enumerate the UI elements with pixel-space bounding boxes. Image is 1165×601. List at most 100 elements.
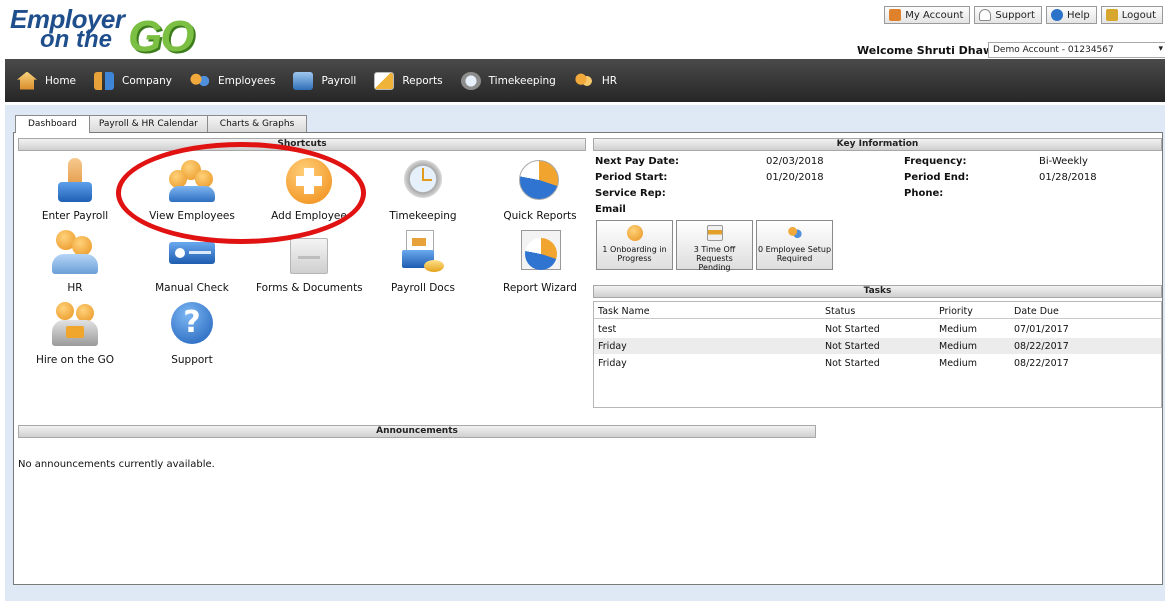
tab-charts-graphs[interactable]: Charts & Graphs <box>206 115 308 133</box>
hr-icon <box>50 230 100 276</box>
top-links: My Account Support Help Logout <box>884 6 1163 24</box>
logout-label: Logout <box>1121 9 1156 21</box>
calendar-icon <box>706 225 723 241</box>
table-row[interactable]: test Not Started Medium 07/01/2017 <box>594 321 1161 337</box>
employee-setup-line2: Required <box>776 254 813 263</box>
onboarding-status-button[interactable]: 1 Onboarding in Progress <box>596 220 673 270</box>
shortcut-label: Forms & Documents <box>256 282 363 294</box>
task-priority-cell: Medium <box>939 358 977 369</box>
shortcut-support[interactable]: ? Support <box>139 302 245 366</box>
shortcut-label: Payroll Docs <box>391 282 455 294</box>
shortcut-label: Timekeeping <box>389 210 457 222</box>
shortcut-label: HR <box>67 282 83 294</box>
task-status-cell: Not Started <box>825 324 880 335</box>
enter-payroll-icon <box>50 158 100 204</box>
task-status-cell: Not Started <box>825 358 880 369</box>
logo-text-on-the: on the <box>40 26 112 53</box>
nav-timekeeping[interactable]: Timekeeping <box>460 59 556 102</box>
nav-hr-label: HR <box>601 74 618 87</box>
time-off-line2: Pending <box>698 263 731 272</box>
phone-label: Phone: <box>904 188 944 199</box>
nav-employees[interactable]: Employees <box>189 59 276 102</box>
highlight-annotation <box>116 142 366 244</box>
nav-reports-label: Reports <box>402 74 443 87</box>
shortcut-hire-on-the-go[interactable]: Hire on the GO <box>22 302 128 366</box>
table-row[interactable]: Friday Not Started Medium 08/22/2017 <box>594 338 1161 354</box>
table-row[interactable]: Friday Not Started Medium 08/22/2017 <box>594 355 1161 371</box>
home-icon <box>17 71 37 90</box>
payroll-docs-icon <box>398 230 448 276</box>
my-account-button[interactable]: My Account <box>884 6 971 24</box>
shortcut-label: Report Wizard <box>503 282 577 294</box>
quick-reports-icon <box>515 158 565 204</box>
nav-company[interactable]: Company <box>94 59 172 102</box>
time-off-status-button[interactable]: 3 Time Off Requests Pending <box>676 220 753 272</box>
nav-payroll[interactable]: Payroll <box>293 59 356 102</box>
col-date-due[interactable]: Date Due <box>1014 306 1059 317</box>
hr-icon <box>573 71 594 90</box>
nav-home-label: Home <box>45 74 77 87</box>
col-status[interactable]: Status <box>825 306 855 317</box>
logout-icon <box>1105 9 1118 21</box>
onboarding-icon <box>626 225 643 241</box>
tasks-table: Task Name Status Priority Date Due test … <box>593 301 1162 408</box>
task-date-cell: 08/22/2017 <box>1014 358 1069 369</box>
period-end-label: Period End: <box>904 172 970 183</box>
announcements-header: Announcements <box>18 425 816 438</box>
support-icon <box>979 9 992 21</box>
next-pay-date-value: 02/03/2018 <box>766 156 824 167</box>
my-account-label: My Account <box>905 9 964 21</box>
company-icon <box>94 71 115 90</box>
shortcut-label: Hire on the GO <box>35 354 115 366</box>
tab-payroll-hr-calendar[interactable]: Payroll & HR Calendar <box>85 115 211 133</box>
shortcut-hr[interactable]: HR <box>22 230 128 294</box>
tasks-header: Tasks <box>593 285 1162 298</box>
col-priority[interactable]: Priority <box>939 306 973 317</box>
employee-setup-status-button[interactable]: 0 Employee Setup Required <box>756 220 833 270</box>
task-date-cell: 07/01/2017 <box>1014 324 1069 335</box>
shortcut-label: Enter Payroll <box>41 210 109 222</box>
employee-setup-icon <box>786 225 803 241</box>
col-task-name[interactable]: Task Name <box>598 306 650 317</box>
timekeeping-icon <box>398 158 448 204</box>
nav-reports[interactable]: Reports <box>374 59 443 102</box>
tab-dashboard[interactable]: Dashboard <box>15 115 90 133</box>
task-name-cell: Friday <box>598 341 627 352</box>
help-button[interactable]: Help <box>1045 6 1097 24</box>
shortcut-report-wizard[interactable]: Report Wizard <box>487 230 593 294</box>
welcome-text: Welcome Shruti Dhawan <box>857 44 1009 57</box>
frequency-value: Bi-Weekly <box>1039 156 1088 167</box>
dashboard-tabs: Dashboard Payroll & HR Calendar Charts &… <box>15 115 308 133</box>
user-icon <box>889 9 902 21</box>
task-date-cell: 08/22/2017 <box>1014 341 1069 352</box>
main-nav: Home Company Employees Payroll Reports T… <box>5 59 1165 102</box>
task-priority-cell: Medium <box>939 341 977 352</box>
shortcut-label: Quick Reports <box>503 210 577 222</box>
logout-button[interactable]: Logout <box>1100 6 1163 24</box>
key-info-header: Key Information <box>593 138 1162 151</box>
shortcut-timekeeping[interactable]: Timekeeping <box>370 158 476 222</box>
email-label: Email <box>595 204 626 215</box>
task-name-cell: test <box>598 324 617 335</box>
period-start-value: 01/20/2018 <box>766 172 824 183</box>
app-logo[interactable]: Employer on the GO <box>10 4 220 61</box>
shortcut-payroll-docs[interactable]: Payroll Docs <box>370 230 476 294</box>
nav-home[interactable]: Home <box>17 59 76 102</box>
announcements-text: No announcements currently available. <box>18 459 215 470</box>
account-select[interactable]: Demo Account - 01234567 <box>988 42 1165 58</box>
logo-text-go: GO <box>128 12 194 61</box>
period-start-label: Period Start: <box>595 172 668 183</box>
nav-hr[interactable]: HR <box>573 59 618 102</box>
support-button[interactable]: Support <box>974 6 1042 24</box>
nav-employees-label: Employees <box>217 74 276 87</box>
nav-payroll-label: Payroll <box>321 74 357 87</box>
nav-company-label: Company <box>122 74 172 87</box>
task-status-cell: Not Started <box>825 341 880 352</box>
shortcut-quick-reports[interactable]: Quick Reports <box>487 158 593 222</box>
task-priority-cell: Medium <box>939 324 977 335</box>
onboarding-line1: 1 Onboarding in <box>602 245 667 254</box>
shortcut-enter-payroll[interactable]: Enter Payroll <box>22 158 128 222</box>
help-label: Help <box>1066 9 1090 21</box>
shortcut-label: Support <box>171 354 213 366</box>
help-icon <box>1050 9 1063 21</box>
